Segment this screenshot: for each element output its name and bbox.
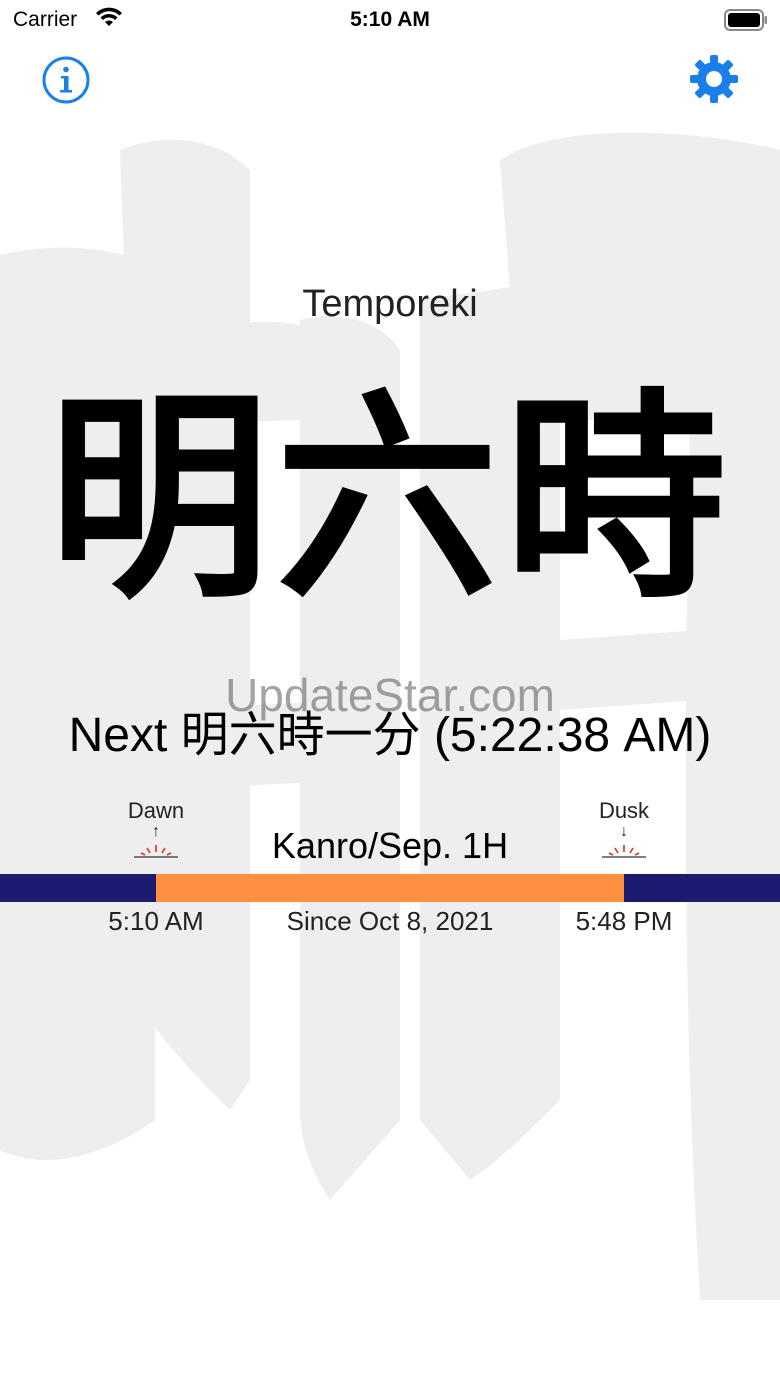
dawn-label: Dawn <box>127 798 185 823</box>
gear-icon <box>690 55 738 103</box>
status-bar: Carrier 5:10 AM <box>0 0 780 40</box>
watermark-text: UpdateStar.com <box>225 669 555 721</box>
current-hour-kanji: 明六時 <box>48 371 732 629</box>
app-title: Temporeki <box>302 283 478 325</box>
dusk-label: Dusk <box>598 798 650 823</box>
solar-term-label: Kanro/Sep. 1H <box>271 825 509 866</box>
daylight-bar <box>0 874 780 902</box>
settings-button[interactable] <box>688 53 740 105</box>
daylight-span <box>156 874 624 902</box>
dawn-time: 5:10 AM <box>108 906 204 936</box>
info-button[interactable] <box>41 55 91 105</box>
dusk-time: 5:48 PM <box>575 906 673 936</box>
info-icon <box>42 56 90 104</box>
battery-icon <box>724 9 768 37</box>
since-date: Since Oct 8, 2021 <box>286 906 494 936</box>
status-time: 5:10 AM <box>350 8 430 31</box>
